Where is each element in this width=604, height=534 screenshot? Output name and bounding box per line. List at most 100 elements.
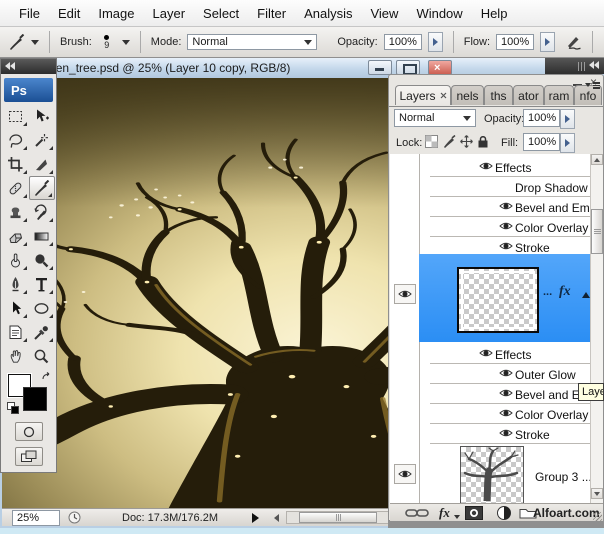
eraser-tool[interactable]	[3, 224, 29, 248]
visibility-eye-icon[interactable]	[499, 408, 513, 418]
quick-mask-button[interactable]	[15, 422, 43, 441]
menu-item-layer[interactable]: Layer	[144, 2, 195, 25]
effect-row-color-overlay[interactable]: Color Overlay	[430, 217, 590, 237]
lock-pixels-icon[interactable]	[443, 135, 456, 148]
brush-tool-selected[interactable]	[29, 176, 55, 200]
tool-preset-dropdown-arrow[interactable]	[31, 40, 39, 45]
horizontal-scroll-thumb[interactable]	[299, 512, 377, 523]
layer-visibility-eye[interactable]	[394, 284, 416, 304]
panel-resize-grip[interactable]	[593, 512, 602, 521]
menu-item-window[interactable]: Window	[407, 2, 471, 25]
lock-transparency-icon[interactable]	[425, 135, 438, 148]
blend-mode-select[interactable]: Normal	[394, 109, 476, 127]
effects-header-row[interactable]: Effects	[430, 344, 590, 364]
lasso-tool[interactable]	[3, 128, 29, 152]
type-tool[interactable]	[29, 272, 55, 296]
effect-row-bevel-emboss[interactable]: Bevel and Emb	[430, 384, 590, 404]
new-adjustment-layer-icon[interactable]	[496, 505, 512, 521]
tool-preset-brush-icon[interactable]	[8, 34, 25, 51]
menu-item-file[interactable]: File	[10, 2, 49, 25]
effect-row-drop-shadow[interactable]: Drop Shadow	[430, 177, 590, 197]
shape-tool[interactable]	[29, 296, 55, 320]
brush-dropdown-arrow[interactable]	[122, 40, 130, 45]
effect-row-stroke[interactable]: Stroke	[430, 424, 590, 444]
scroll-down-button[interactable]	[591, 488, 603, 499]
visibility-eye-icon[interactable]	[499, 388, 513, 398]
smudge-tool[interactable]	[3, 248, 29, 272]
group-layer-thumbnail[interactable]	[460, 446, 524, 504]
effects-header-row[interactable]: Effects	[430, 157, 590, 177]
flow-input[interactable]: 100%	[496, 34, 534, 50]
move-tool[interactable]	[29, 104, 55, 128]
path-selection-tool[interactable]	[3, 296, 29, 320]
layer-thumbnail-transparent[interactable]	[457, 267, 539, 333]
menu-item-analysis[interactable]: Analysis	[295, 2, 361, 25]
tab-close-icon[interactable]	[440, 92, 447, 99]
scroll-thumb[interactable]	[591, 209, 603, 254]
visibility-eye-icon[interactable]	[499, 241, 513, 251]
slice-tool[interactable]	[29, 152, 55, 176]
link-layers-icon[interactable]	[405, 508, 429, 518]
effect-row-color-overlay[interactable]: Color Overlay	[430, 404, 590, 424]
dodge-tool[interactable]	[29, 248, 55, 272]
swap-colors-icon[interactable]	[41, 372, 53, 384]
horizontal-scrollbar[interactable]	[286, 511, 394, 524]
visibility-eye-icon[interactable]	[479, 161, 493, 171]
clone-stamp-tool[interactable]	[3, 200, 29, 224]
healing-brush-tool[interactable]	[3, 176, 29, 200]
eyedropper-tool[interactable]	[29, 320, 55, 344]
visibility-eye-icon[interactable]	[499, 368, 513, 378]
menu-item-select[interactable]: Select	[194, 2, 248, 25]
menu-item-filter[interactable]: Filter	[248, 2, 295, 25]
tab-paths[interactable]: ths	[484, 85, 513, 105]
lock-all-icon[interactable]	[477, 135, 489, 148]
layer-style-fx-icon[interactable]: fx	[439, 505, 450, 521]
menu-item-view[interactable]: View	[361, 2, 407, 25]
brush-preview[interactable]: 9	[98, 35, 116, 50]
effect-row-bevel-emboss[interactable]: Bevel and Emb...	[430, 197, 590, 217]
mode-select[interactable]: Normal	[187, 34, 317, 50]
background-color-swatch[interactable]	[23, 387, 47, 411]
hand-tool[interactable]	[3, 344, 29, 368]
tab-histogram[interactable]: ram	[544, 85, 574, 105]
history-brush-tool[interactable]	[29, 200, 55, 224]
visibility-eye-icon[interactable]	[499, 221, 513, 231]
collapse-dock-icon[interactable]	[589, 60, 599, 72]
menu-item-image[interactable]: Image	[89, 2, 143, 25]
scroll-up-button[interactable]	[591, 154, 603, 165]
tab-navigator[interactable]: ator	[513, 85, 544, 105]
opacity-slider-button[interactable]	[428, 32, 443, 52]
lock-position-icon[interactable]	[460, 135, 473, 148]
visibility-eye-icon[interactable]	[479, 348, 493, 358]
default-colors-icon[interactable]	[7, 402, 18, 413]
collapse-toolbox-icon[interactable]	[5, 61, 15, 73]
fill-input[interactable]: 100%	[523, 133, 560, 151]
dock-header-bar[interactable]	[545, 58, 604, 74]
visibility-eye-icon[interactable]	[499, 428, 513, 438]
panel-menu-button[interactable]	[585, 81, 601, 95]
ps-logo[interactable]: Ps	[4, 78, 53, 102]
fill-slider-button[interactable]	[560, 133, 575, 153]
tab-channels[interactable]: nels	[451, 85, 484, 105]
layers-scrollbar[interactable]	[590, 154, 603, 504]
flow-slider-button[interactable]	[540, 32, 555, 52]
menu-item-help[interactable]: Help	[472, 2, 517, 25]
zoom-tool[interactable]	[29, 344, 55, 368]
notes-tool[interactable]	[3, 320, 29, 344]
pen-tool[interactable]	[3, 272, 29, 296]
gradient-tool[interactable]	[29, 224, 55, 248]
version-cue-clock-icon[interactable]	[68, 511, 81, 524]
status-popout-arrow[interactable]	[252, 513, 259, 523]
menu-item-edit[interactable]: Edit	[49, 2, 89, 25]
toolbox-header[interactable]	[1, 59, 56, 74]
crop-tool[interactable]	[3, 152, 29, 176]
airbrush-icon[interactable]	[565, 34, 582, 51]
tab-layers[interactable]: Layers	[395, 85, 451, 105]
add-layer-mask-icon[interactable]	[465, 506, 483, 520]
layer-opacity-input[interactable]: 100%	[523, 109, 560, 127]
layer-opacity-slider-button[interactable]	[560, 109, 575, 129]
group-layer-row[interactable]: Group 3 ...	[419, 444, 592, 504]
visibility-eye-icon[interactable]	[499, 201, 513, 211]
screen-mode-button[interactable]	[15, 447, 43, 466]
opacity-input[interactable]: 100%	[384, 34, 422, 50]
